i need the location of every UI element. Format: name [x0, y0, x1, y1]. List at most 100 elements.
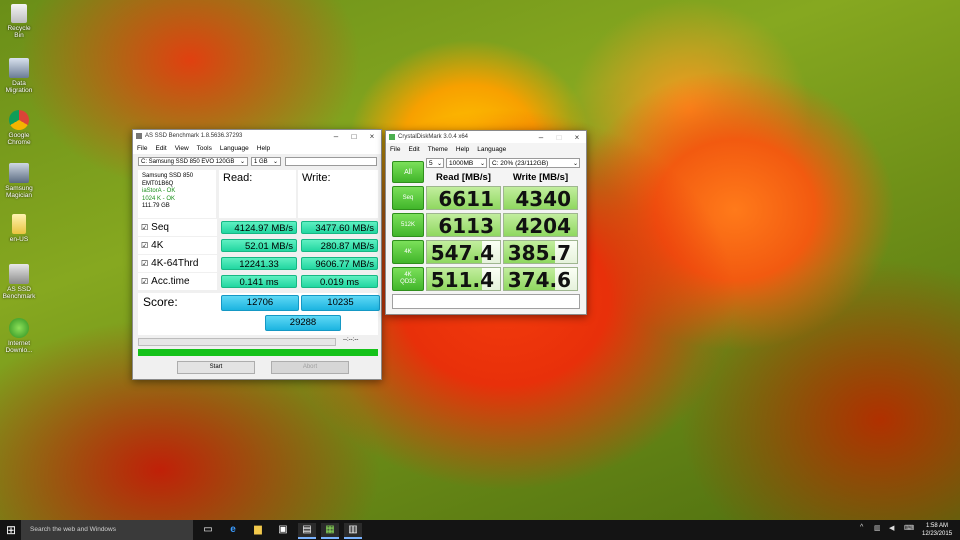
taskbar: ⊞ Search the web and Windows ▭ e ▆ ▣ ▤ ▦… [0, 520, 960, 540]
menu-help[interactable]: Help [456, 146, 469, 153]
file-explorer-icon[interactable]: ▆ [251, 523, 265, 537]
drive-info-panel: Samsung SSD 850 EMT01B6Q iaStorA - OK 10… [138, 170, 216, 218]
minimize-button[interactable]: – [532, 133, 550, 142]
drive-select[interactable]: C: 20% (23/112GB) ⌄ [489, 158, 580, 168]
crystaldiskmark-window[interactable]: CrystalDiskMark 3.0.4 x64 – □ × File Edi… [385, 130, 587, 315]
comment-field[interactable] [392, 294, 580, 309]
seq-write-value: 3477.60 MB/s [301, 221, 378, 234]
count-select[interactable]: 5 ⌄ [426, 158, 444, 168]
volume-icon[interactable]: ◀ [889, 524, 894, 532]
maximize-button[interactable]: □ [550, 133, 568, 142]
result-row-4k-64thrd: ☑ 4K-64Thrd 12241.33 9606.77 MB/s [138, 255, 378, 272]
menu-theme[interactable]: Theme [428, 146, 448, 153]
alignment-status: 1024 K - OK [142, 195, 176, 202]
keyboard-icon[interactable]: ⌨ [904, 524, 914, 532]
4k-write-value: 385.7 [507, 241, 571, 264]
menu-edit[interactable]: Edit [155, 145, 166, 152]
magician-icon [9, 163, 29, 183]
start-button[interactable]: Start [177, 361, 255, 374]
test-button-4k[interactable]: 4K [392, 240, 424, 264]
test-button-512k[interactable]: 512K [392, 213, 424, 237]
system-clock[interactable]: 1:58 AM 12/23/2015 [922, 522, 952, 538]
menu-edit[interactable]: Edit [408, 146, 419, 153]
4k-read-cell: 547.4 [426, 240, 501, 264]
clock-time: 1:58 AM [926, 523, 949, 529]
write-header: Write [MB/s] [512, 172, 569, 183]
drive-model: Samsung SSD 850 [142, 173, 194, 179]
test-button-seq[interactable]: Seq [392, 186, 424, 210]
desktop-icon-idm[interactable]: Internet Downlo... [2, 318, 36, 354]
desktop-icon-as-ssd[interactable]: AS SSD Benchmark [2, 264, 36, 300]
cdm-titlebar[interactable]: CrystalDiskMark 3.0.4 x64 – □ × [386, 131, 586, 143]
windows-start-icon[interactable]: ⊞ [4, 523, 18, 537]
menu-language[interactable]: Language [477, 146, 506, 153]
seq-write-cell: 4340 [503, 186, 578, 210]
network-icon[interactable]: ▥ [874, 524, 881, 532]
progress-time: --:--:-- [343, 337, 359, 343]
test-label: 512K [400, 221, 415, 228]
test-button-4k-qd32[interactable]: 4K QD32 [392, 267, 424, 291]
task-view-icon[interactable]: ▭ [201, 523, 215, 537]
512k-read-value: 6113 [438, 214, 494, 237]
tray-chevron-icon[interactable]: ^ [860, 524, 863, 531]
menu-tools[interactable]: Tools [197, 145, 212, 152]
idm-icon [9, 318, 29, 338]
desktop-icon-magician[interactable]: Samsung Magician [2, 163, 36, 199]
as-ssd-window[interactable]: AS SSD Benchmark 1.8.5636.37293 – □ × Fi… [132, 129, 382, 380]
test-label: QD32 [400, 279, 416, 285]
as-ssd-menubar: File Edit View Tools Language Help [133, 142, 381, 154]
desktop-icon-en-us[interactable]: en-US [2, 214, 36, 243]
row-label: 4K-64Thrd [151, 258, 199, 269]
driver-status: iaStorA - OK [142, 188, 176, 194]
score-read: 12706 [221, 295, 299, 311]
score-panel: Score: 12706 10235 29288 [138, 293, 380, 335]
abort-button[interactable]: Abort [271, 361, 349, 374]
window-title: CrystalDiskMark 3.0.4 x64 [398, 134, 469, 140]
size-select[interactable]: 1000MB ⌄ [446, 158, 487, 168]
4k-read-value: 52.01 MB/s [221, 239, 297, 252]
size-select[interactable]: 1 GB ⌄ [251, 157, 281, 166]
chevron-down-icon: ⌄ [436, 161, 442, 167]
seq-checkbox[interactable]: ☑ [141, 223, 148, 232]
result-row-acctime: ☑ Acc.time 0.141 ms 0.019 ms [138, 273, 378, 290]
taskbar-app-cdm[interactable]: ▦ [321, 523, 339, 539]
search-box[interactable]: Search the web and Windows [21, 520, 193, 540]
seq-read-value: 4124.97 MB/s [221, 221, 297, 234]
all-button[interactable]: All [392, 161, 424, 183]
4k-checkbox[interactable]: ☑ [141, 241, 148, 250]
benchmark-icon [9, 264, 29, 284]
close-button[interactable]: × [363, 132, 381, 141]
progress-bar [138, 338, 336, 346]
desktop-icon-data-migration[interactable]: Data Migration [2, 58, 36, 94]
drive-select[interactable]: C: Samsung SSD 850 EVO 120GB ⌄ [138, 157, 248, 166]
4k-64thrd-checkbox[interactable]: ☑ [141, 259, 148, 268]
menu-file[interactable]: File [137, 145, 147, 152]
menu-view[interactable]: View [175, 145, 189, 152]
close-button[interactable]: × [568, 133, 586, 142]
store-icon[interactable]: ▣ [276, 523, 290, 537]
chrome-icon [9, 110, 29, 130]
menu-file[interactable]: File [390, 146, 400, 153]
as-ssd-titlebar[interactable]: AS SSD Benchmark 1.8.5636.37293 – □ × [133, 130, 381, 142]
4k-64thrd-read-value: 12241.33 [221, 257, 297, 270]
recycle-bin-icon [11, 4, 27, 23]
4k-qd32-read-cell: 511.4 [426, 267, 501, 291]
desktop-icon-recycle-bin[interactable]: Recycle Bin [2, 4, 36, 39]
taskbar-app-as-ssd[interactable]: ▤ [298, 523, 316, 539]
taskbar-app-benchmark[interactable]: ▥ [344, 523, 362, 539]
minimize-button[interactable]: – [327, 132, 345, 141]
desktop-icon-chrome[interactable]: Google Chrome [2, 110, 36, 146]
512k-write-value: 4204 [515, 214, 571, 237]
edge-icon[interactable]: e [226, 523, 240, 537]
4k-read-value: 547.4 [430, 241, 494, 264]
read-column-header: Read: [219, 170, 296, 218]
acctime-checkbox[interactable]: ☑ [141, 277, 148, 286]
extra-field[interactable] [285, 157, 377, 166]
seq-write-value: 4340 [515, 187, 571, 210]
document-icon [12, 214, 26, 234]
app-icon [136, 133, 142, 139]
menu-help[interactable]: Help [257, 145, 270, 152]
menu-language[interactable]: Language [220, 145, 249, 152]
test-label: 4K [404, 248, 412, 255]
maximize-button[interactable]: □ [345, 132, 363, 141]
